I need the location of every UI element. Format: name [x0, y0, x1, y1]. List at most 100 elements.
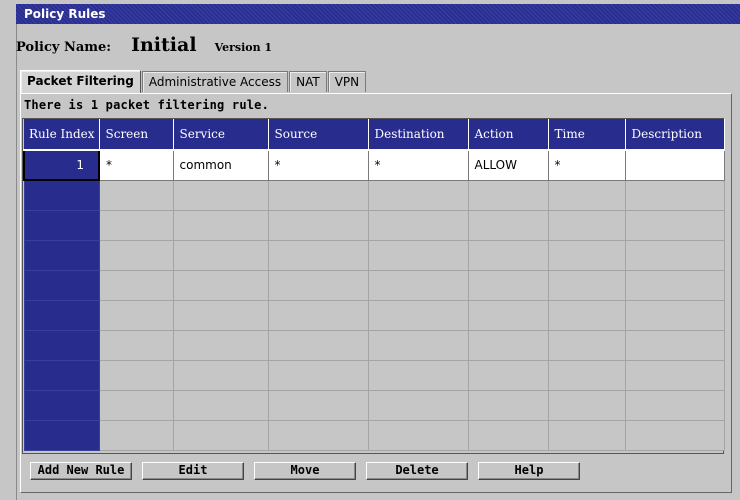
empty-cell[interactable]: [624, 419, 725, 451]
empty-table-row[interactable]: [23, 179, 725, 211]
empty-cell[interactable]: [547, 179, 626, 211]
cell-description[interactable]: [624, 149, 725, 181]
empty-cell[interactable]: [467, 179, 549, 211]
cell-source[interactable]: *: [267, 149, 369, 181]
empty-cell[interactable]: [367, 179, 469, 211]
empty-table-row[interactable]: [23, 389, 725, 421]
empty-cell[interactable]: [467, 329, 549, 361]
tab-vpn[interactable]: VPN: [327, 71, 367, 92]
empty-cell[interactable]: [467, 209, 549, 241]
empty-table-row[interactable]: [23, 239, 725, 271]
column-header-destination[interactable]: Destination: [368, 119, 469, 151]
empty-cell[interactable]: [98, 389, 174, 421]
empty-cell[interactable]: [98, 299, 174, 331]
empty-cell[interactable]: [267, 209, 369, 241]
empty-cell[interactable]: [367, 419, 469, 451]
empty-cell[interactable]: [23, 359, 100, 391]
empty-cell[interactable]: [367, 299, 469, 331]
column-header-rule-index[interactable]: Rule Index: [24, 119, 100, 151]
empty-cell[interactable]: [267, 179, 369, 211]
empty-cell[interactable]: [172, 299, 269, 331]
cell-time[interactable]: *: [547, 149, 626, 181]
empty-cell[interactable]: [367, 389, 469, 421]
empty-table-row[interactable]: [23, 359, 725, 391]
cell-action[interactable]: ALLOW: [467, 149, 549, 181]
empty-cell[interactable]: [547, 269, 626, 301]
cell-screen[interactable]: *: [98, 149, 174, 181]
edit-button[interactable]: Edit: [142, 462, 244, 480]
empty-cell[interactable]: [547, 389, 626, 421]
column-header-source[interactable]: Source: [268, 119, 369, 151]
empty-cell[interactable]: [547, 209, 626, 241]
cell-service[interactable]: common: [172, 149, 269, 181]
empty-cell[interactable]: [23, 389, 100, 421]
empty-table-row[interactable]: [23, 269, 725, 301]
help-button[interactable]: Help: [478, 462, 580, 480]
empty-cell[interactable]: [267, 299, 369, 331]
tab-administrative-access[interactable]: Administrative Access: [141, 71, 289, 92]
empty-cell[interactable]: [367, 269, 469, 301]
empty-cell[interactable]: [624, 269, 725, 301]
tab-nat[interactable]: NAT: [289, 71, 327, 92]
empty-cell[interactable]: [172, 419, 269, 451]
empty-table-row[interactable]: [23, 299, 725, 331]
empty-table-row[interactable]: [23, 419, 725, 451]
move-button[interactable]: Move: [254, 462, 356, 480]
empty-cell[interactable]: [267, 269, 369, 301]
empty-cell[interactable]: [467, 299, 549, 331]
table-row[interactable]: 1 * common * * ALLOW *: [23, 149, 725, 181]
empty-cell[interactable]: [624, 389, 725, 421]
empty-cell[interactable]: [624, 179, 725, 211]
empty-cell[interactable]: [547, 359, 626, 391]
empty-cell[interactable]: [624, 209, 725, 241]
empty-cell[interactable]: [624, 329, 725, 361]
empty-cell[interactable]: [467, 269, 549, 301]
column-header-service[interactable]: Service: [173, 119, 269, 151]
add-new-rule-button[interactable]: Add New Rule: [30, 462, 132, 480]
column-header-action[interactable]: Action: [468, 119, 549, 151]
empty-cell[interactable]: [367, 329, 469, 361]
empty-table-row[interactable]: [23, 329, 725, 361]
empty-cell[interactable]: [98, 359, 174, 391]
empty-cell[interactable]: [547, 299, 626, 331]
empty-cell[interactable]: [23, 299, 100, 331]
empty-cell[interactable]: [23, 419, 100, 451]
empty-cell[interactable]: [23, 209, 100, 241]
empty-cell[interactable]: [23, 239, 100, 271]
empty-table-row[interactable]: [23, 209, 725, 241]
empty-cell[interactable]: [267, 389, 369, 421]
empty-cell[interactable]: [624, 239, 725, 271]
empty-cell[interactable]: [172, 179, 269, 211]
empty-cell[interactable]: [547, 239, 626, 271]
empty-cell[interactable]: [98, 329, 174, 361]
empty-cell[interactable]: [267, 359, 369, 391]
cell-destination[interactable]: *: [367, 149, 469, 181]
cell-rule-index[interactable]: 1: [23, 149, 100, 181]
empty-cell[interactable]: [172, 389, 269, 421]
empty-cell[interactable]: [367, 359, 469, 391]
empty-cell[interactable]: [172, 209, 269, 241]
empty-cell[interactable]: [172, 359, 269, 391]
empty-cell[interactable]: [98, 209, 174, 241]
empty-cell[interactable]: [547, 329, 626, 361]
empty-cell[interactable]: [98, 419, 174, 451]
empty-cell[interactable]: [547, 419, 626, 451]
empty-cell[interactable]: [467, 419, 549, 451]
empty-cell[interactable]: [98, 269, 174, 301]
empty-cell[interactable]: [267, 419, 369, 451]
empty-cell[interactable]: [467, 389, 549, 421]
empty-cell[interactable]: [267, 329, 369, 361]
empty-cell[interactable]: [98, 239, 174, 271]
empty-cell[interactable]: [172, 239, 269, 271]
empty-cell[interactable]: [172, 269, 269, 301]
empty-cell[interactable]: [23, 329, 100, 361]
delete-button[interactable]: Delete: [366, 462, 468, 480]
empty-cell[interactable]: [172, 329, 269, 361]
empty-cell[interactable]: [267, 239, 369, 271]
empty-cell[interactable]: [367, 209, 469, 241]
empty-cell[interactable]: [467, 359, 549, 391]
column-header-screen[interactable]: Screen: [99, 119, 174, 151]
column-header-time[interactable]: Time: [548, 119, 626, 151]
column-header-description[interactable]: Description: [625, 119, 725, 151]
tab-packet-filtering[interactable]: Packet Filtering: [20, 70, 141, 93]
